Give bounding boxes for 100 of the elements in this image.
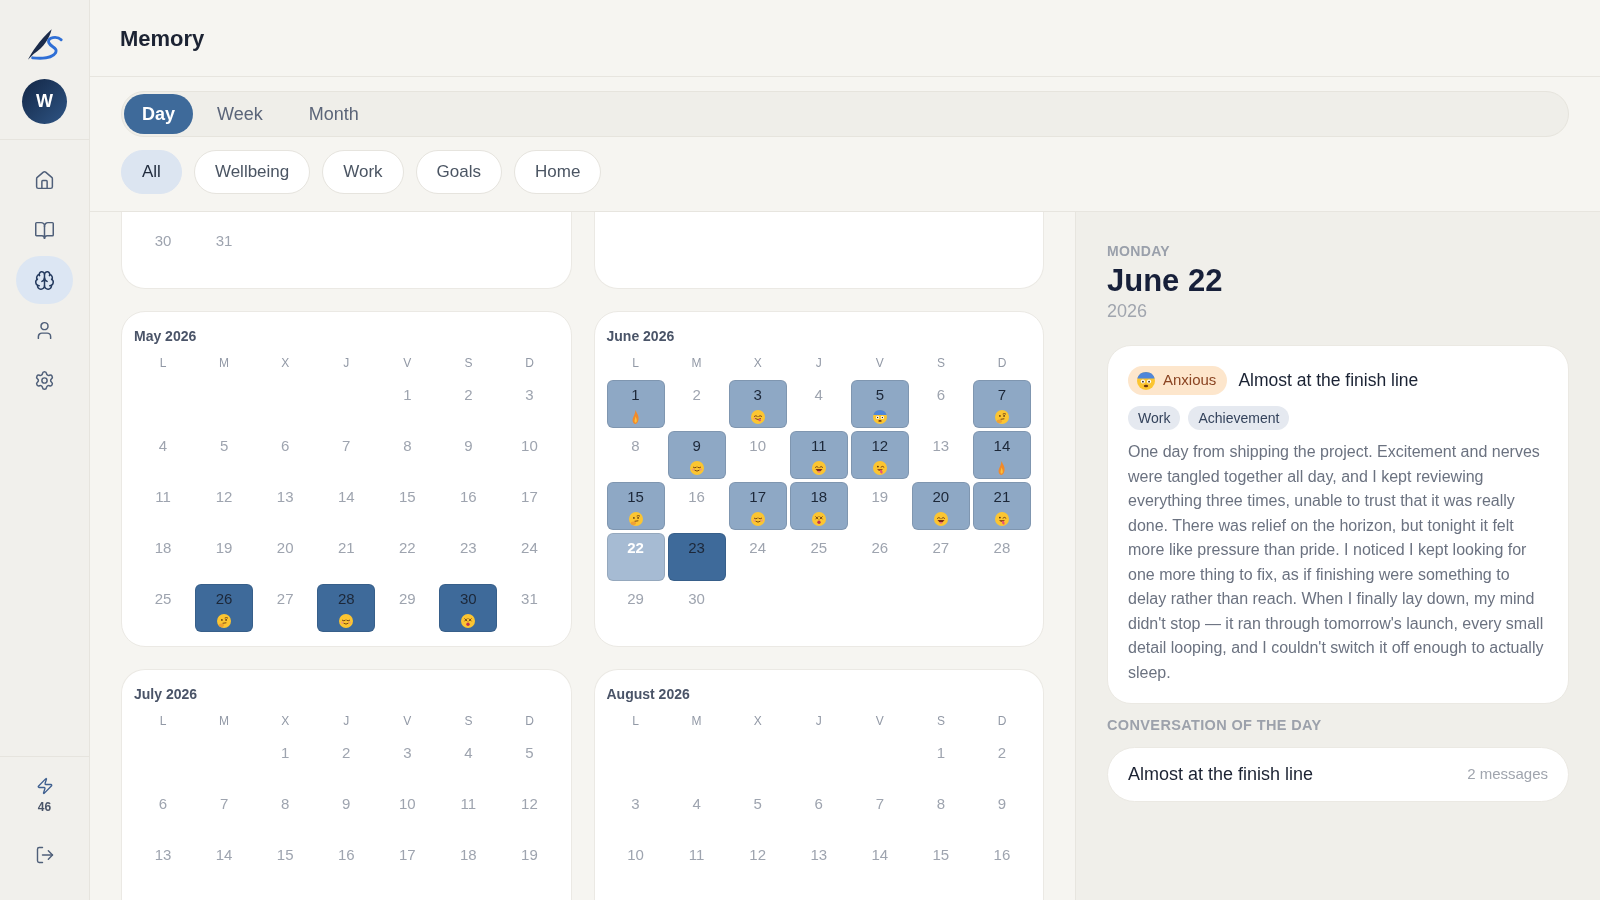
page-title: Memory	[120, 24, 205, 53]
thinking-face-icon	[217, 614, 232, 628]
day-number: 2	[342, 744, 351, 762]
weekday-label: M	[691, 356, 702, 370]
day-number: 30	[688, 590, 705, 608]
day-number: 1	[936, 744, 946, 762]
day-number: 19	[871, 488, 889, 506]
calendar-day[interactable]: 17	[728, 482, 787, 530]
day-number: 18	[154, 539, 172, 557]
day-number: 27	[276, 590, 294, 608]
day-number: 27	[932, 539, 950, 557]
day-number: 8	[281, 795, 290, 813]
day-number: 12	[215, 488, 233, 506]
category-filter[interactable]: Work	[322, 150, 404, 194]
day-number: 11	[155, 488, 171, 506]
category-filter[interactable]: All	[121, 150, 182, 194]
weekday-label: J	[815, 714, 822, 728]
user-avatar[interactable]: W	[22, 79, 67, 124]
day-number: 14	[215, 846, 233, 864]
entry-title: Almost at the finish line	[1238, 369, 1419, 393]
calendar-day[interactable]: 20	[911, 482, 970, 530]
day-number: 3	[631, 795, 640, 813]
calendar-day[interactable]: 14	[972, 431, 1031, 479]
calendar-day[interactable]: 15	[606, 482, 665, 530]
day-number: 10	[521, 437, 538, 455]
weekday-label: D	[997, 714, 1007, 728]
entry-tag: Work	[1128, 406, 1181, 430]
weekday-label: L	[632, 356, 639, 370]
view-tab[interactable]: Week	[195, 94, 285, 134]
day-number: 24	[521, 539, 538, 557]
day-number: 13	[154, 846, 172, 864]
day-number: 2	[997, 744, 1007, 762]
day-number: 9	[997, 795, 1007, 813]
day-number: 19	[521, 846, 538, 864]
day-number: 4	[814, 386, 823, 404]
laughing-face-icon	[933, 512, 948, 526]
conversation-item[interactable]: Almost at the finish line 2 messages	[1107, 747, 1569, 802]
day-number: 11	[688, 846, 705, 864]
day-number: 7	[219, 795, 229, 813]
day-number: 10	[749, 437, 766, 455]
day-number: 15	[932, 846, 950, 864]
day-number: 16	[688, 488, 705, 506]
weekday-label: D	[997, 356, 1007, 370]
day-number: 21	[337, 539, 355, 557]
weekday-label: J	[815, 356, 822, 370]
smiling-face-icon	[339, 614, 354, 628]
weekday-label: V	[875, 356, 884, 370]
calendar-day[interactable]: 1	[606, 380, 665, 428]
day-number: 11	[460, 795, 477, 813]
day-number: 16	[993, 846, 1011, 864]
month-title: August 2026	[606, 685, 690, 704]
weekday-label: S	[464, 714, 473, 728]
day-number: 13	[810, 846, 828, 864]
smiling-face-icon	[750, 512, 765, 526]
day-number: 25	[154, 590, 172, 608]
day-number: 3	[525, 386, 534, 404]
day-number: 8	[936, 795, 946, 813]
category-filter[interactable]: Wellbeing	[193, 150, 311, 194]
day-number: 13	[276, 488, 294, 506]
day-number: 4	[158, 437, 168, 455]
category-filter[interactable]: Goals	[415, 150, 503, 194]
calendar-day[interactable]: 18	[789, 482, 848, 530]
day-number: 20	[276, 539, 294, 557]
day-number: 28	[993, 539, 1011, 557]
view-tab[interactable]: Month	[286, 94, 381, 134]
day-number: 5	[525, 744, 534, 762]
laughing-face-icon	[811, 461, 826, 475]
view-tab[interactable]: Day	[124, 94, 194, 134]
flame-icon	[998, 461, 1006, 475]
category-filter[interactable]: Home	[514, 150, 602, 194]
dizzy-face-icon	[461, 614, 476, 628]
day-number: 29	[627, 590, 644, 608]
weekday-label: M	[219, 356, 230, 370]
logout-button[interactable]	[34, 845, 55, 865]
weekday-label: S	[936, 356, 945, 370]
weekday-label: X	[281, 714, 290, 728]
day-number: 8	[403, 437, 412, 455]
weekday-label: J	[343, 714, 350, 728]
smiling-face-icon	[689, 461, 704, 475]
day-number: 10	[398, 795, 416, 813]
day-number: 14	[871, 846, 889, 864]
calendar-day[interactable]: 5	[850, 380, 909, 428]
anxious-face-icon	[872, 410, 887, 424]
sidebar-nav-item[interactable]	[16, 256, 73, 304]
day-number: 18	[460, 846, 477, 864]
entry-tag: Achievement	[1188, 406, 1290, 430]
calendar-day[interactable]: 12	[850, 431, 909, 479]
settings-icon	[34, 369, 55, 391]
day-number: 12	[521, 795, 538, 813]
day-number: 17	[521, 488, 538, 506]
calendar-day[interactable]: 7	[972, 380, 1031, 428]
calendar-day[interactable]: 3	[728, 380, 787, 428]
calendar-day[interactable]: 11	[789, 431, 848, 479]
weekday-label: V	[403, 356, 412, 370]
day-number: 24	[749, 539, 766, 557]
calendar-day[interactable]: 9	[667, 431, 726, 479]
entry-text: One day from shipping the project. Excitement and nerves were tangled together all day, and I kept reviewing everything three times, unable to trust that it was really done. There was relief on the horizon, but tonight it felt more like pressure than pride. I noticed I kept looking for one more thing to fix, as if finishing were something to delay rather than reach. When I finally lay down, my mind didn't stop — it ran through tomorrow's launch, every small detail looping, and I couldn't switch it off enough to actually sleep.	[1128, 442, 1545, 683]
day-number: 14	[337, 488, 355, 506]
day-number: 6	[814, 795, 823, 813]
calendar-day[interactable]: 21	[972, 482, 1031, 530]
